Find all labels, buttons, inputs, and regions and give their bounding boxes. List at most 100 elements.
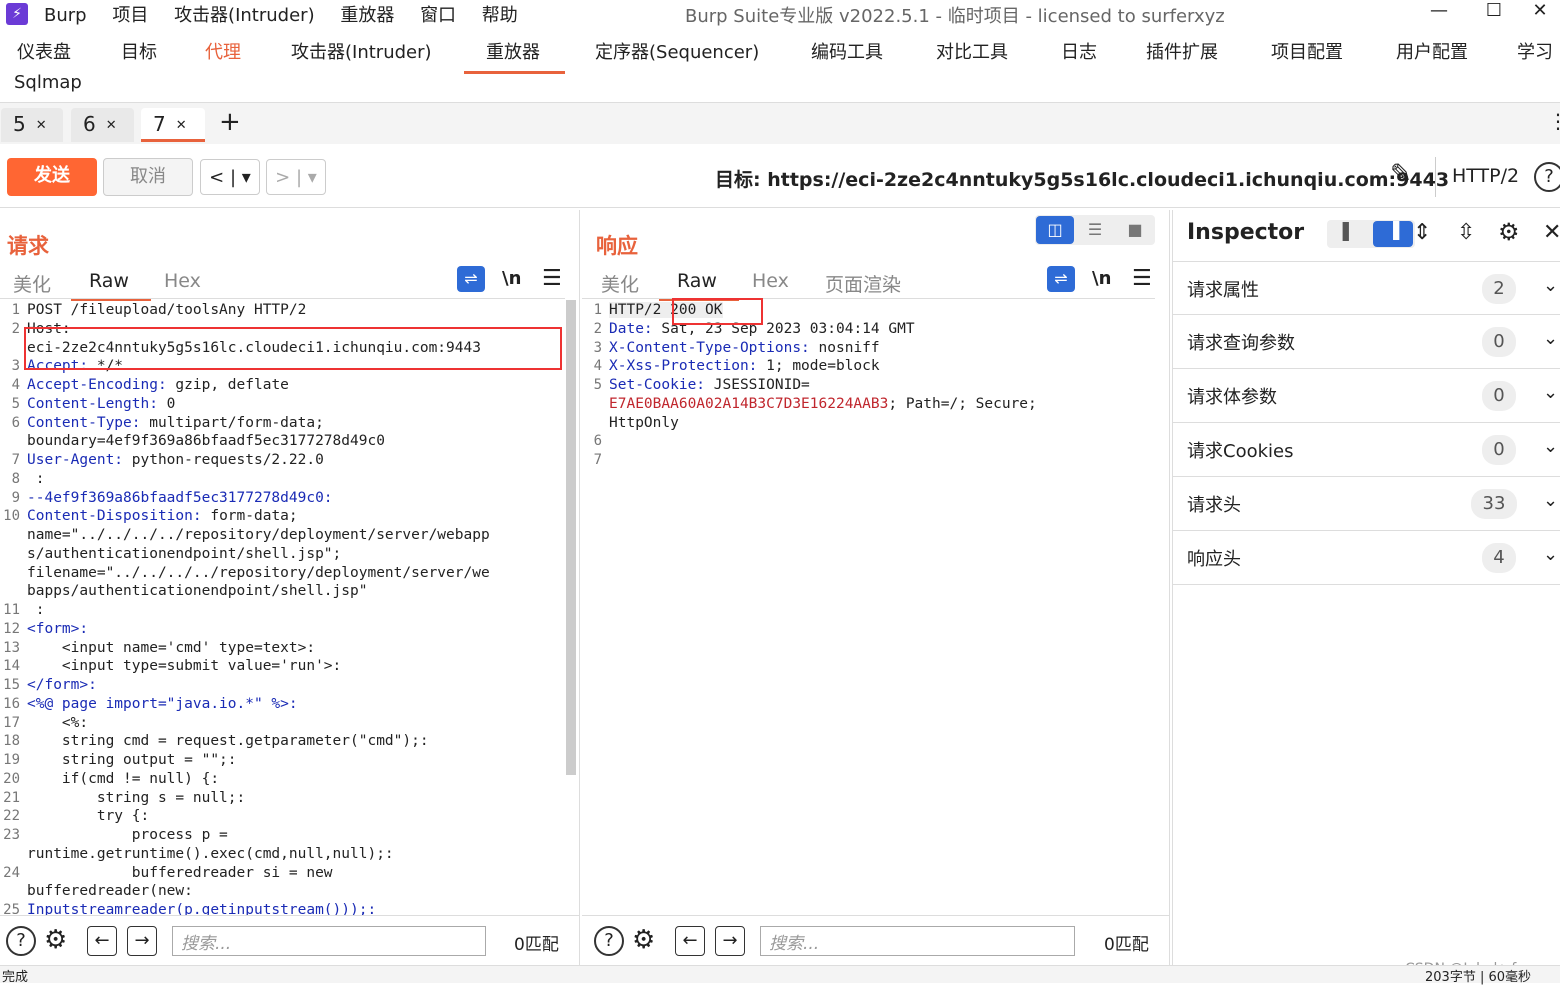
- help-icon[interactable]: ?: [6, 926, 36, 956]
- menu-icon[interactable]: ☰: [1132, 266, 1152, 291]
- minimize-icon[interactable]: —: [1419, 0, 1459, 21]
- top-bottom-layout-icon[interactable]: ☰: [1076, 216, 1114, 244]
- code-line: boundary=4ef9f369a86bfaadf5ec3177278d49c…: [27, 433, 385, 450]
- code-line: string cmd = request.getparameter("cmd")…: [27, 733, 429, 750]
- previous-match-icon[interactable]: ←: [87, 926, 117, 956]
- gear-icon[interactable]: ⚙: [1498, 218, 1520, 246]
- inspector-row-body-params[interactable]: 请求体参数 0 ⌄: [1173, 369, 1560, 423]
- close-icon[interactable]: ✕: [1520, 0, 1560, 21]
- add-tab-icon[interactable]: +: [219, 107, 241, 137]
- tab-sqlmap[interactable]: Sqlmap: [14, 72, 82, 93]
- inspector-row-request-headers[interactable]: 请求头 33 ⌄: [1173, 477, 1560, 531]
- more-options-icon[interactable]: ⋮: [1548, 109, 1560, 133]
- chevron-down-icon[interactable]: ⌄: [1543, 544, 1558, 565]
- close-tab-icon[interactable]: ✕: [176, 118, 187, 133]
- tab-decoder[interactable]: 编码工具: [811, 38, 883, 64]
- tab-sequencer[interactable]: 定序器(Sequencer): [595, 38, 759, 64]
- menu-help[interactable]: 帮助: [482, 5, 518, 26]
- response-tab-hex[interactable]: Hex: [752, 270, 789, 292]
- layout-right-icon[interactable]: ▐: [1373, 221, 1413, 247]
- menu-repeater[interactable]: 重放器: [340, 5, 394, 26]
- previous-match-icon[interactable]: ←: [675, 926, 705, 956]
- wrap-lines-icon[interactable]: ⇌: [457, 266, 485, 292]
- line-number: 7: [593, 452, 602, 468]
- code-line: s/authenticationendpoint/shell.jsp";: [27, 545, 342, 562]
- tab-intruder[interactable]: 攻击器(Intruder): [291, 38, 432, 64]
- repeater-tab-5[interactable]: 5 ✕: [1, 108, 63, 142]
- send-button[interactable]: 发送: [7, 158, 97, 196]
- scrollbar[interactable]: [566, 300, 576, 775]
- help-icon[interactable]: ?: [594, 926, 624, 956]
- maximize-icon[interactable]: ☐: [1474, 0, 1514, 21]
- expand-all-icon[interactable]: ⇕: [1413, 220, 1431, 245]
- back-button[interactable]: < | ▾: [200, 159, 260, 195]
- inspector-row-cookies[interactable]: 请求Cookies 0 ⌄: [1173, 423, 1560, 477]
- request-tab-hex[interactable]: Hex: [164, 270, 201, 292]
- request-tab-raw[interactable]: Raw: [71, 270, 151, 301]
- repeater-tab-6[interactable]: 6 ✕: [71, 108, 134, 142]
- request-tab-pretty[interactable]: 美化: [13, 270, 51, 297]
- menu-intruder[interactable]: 攻击器(Intruder): [174, 5, 315, 26]
- line-number: 21: [3, 789, 20, 806]
- menu-window[interactable]: 窗口: [420, 5, 456, 26]
- gear-icon[interactable]: ⚙: [632, 925, 655, 955]
- response-search-input[interactable]: 搜索...: [760, 926, 1075, 956]
- code-line: Accept-Encoding: gzip, deflate: [27, 377, 289, 393]
- menu-project[interactable]: 项目: [112, 5, 148, 26]
- chevron-down-icon[interactable]: ⌄: [1543, 436, 1558, 457]
- tab-dashboard[interactable]: 仪表盘: [17, 38, 71, 64]
- gear-icon[interactable]: ⚙: [44, 925, 67, 955]
- response-tab-render[interactable]: 页面渲染: [825, 270, 901, 297]
- tab-user-options[interactable]: 用户配置: [1396, 38, 1468, 64]
- tab-target[interactable]: 目标: [121, 38, 157, 64]
- side-by-side-layout-icon[interactable]: ◫: [1036, 216, 1074, 244]
- cancel-button[interactable]: 取消: [103, 158, 193, 196]
- tab-comparer[interactable]: 对比工具: [936, 38, 1008, 64]
- target-url: 目标: https://eci-2ze2c4nntuky5g5s16lc.clo…: [715, 169, 1450, 191]
- inspector-row-response-headers[interactable]: 响应头 4 ⌄: [1173, 531, 1560, 585]
- window-title: Burp Suite专业版 v2022.5.1 - 临时项目 - license…: [685, 6, 1225, 27]
- code-line: User-Agent: python-requests/2.22.0: [27, 452, 324, 468]
- wrap-lines-icon[interactable]: ⇌: [1047, 266, 1075, 292]
- tab-project-options[interactable]: 项目配置: [1271, 38, 1343, 64]
- close-tab-icon[interactable]: ✕: [106, 118, 117, 133]
- collapse-all-icon[interactable]: ⇳: [1457, 220, 1475, 245]
- layout-left-icon[interactable]: ▌: [1329, 222, 1369, 246]
- response-tab-raw[interactable]: Raw: [659, 270, 739, 301]
- protocol-label[interactable]: HTTP/2: [1452, 165, 1519, 187]
- repeater-tab-7[interactable]: 7 ✕: [141, 108, 205, 142]
- request-editor[interactable]: 1 POST /fileupload/toolsAny HTTP/2 2 Host: e…: [0, 298, 565, 915]
- show-newlines-button[interactable]: \n: [1092, 268, 1111, 289]
- close-icon[interactable]: ✕: [1543, 220, 1560, 245]
- menu-icon[interactable]: ☰: [542, 266, 562, 291]
- code-line: X-Content-Type-Options: nosniff: [609, 339, 880, 356]
- show-newlines-button[interactable]: \n: [502, 268, 521, 289]
- response-tab-pretty[interactable]: 美化: [601, 270, 639, 297]
- tab-logger[interactable]: 日志: [1061, 38, 1097, 64]
- help-icon[interactable]: ?: [1534, 162, 1560, 192]
- code-line: string s = null;:: [27, 789, 246, 806]
- tab-learn[interactable]: 学习: [1517, 38, 1553, 64]
- forward-button[interactable]: > | ▾: [266, 159, 326, 195]
- chevron-down-icon[interactable]: ⌄: [1543, 382, 1558, 403]
- menu-burp[interactable]: Burp: [44, 5, 87, 26]
- highlight-box-host: [24, 327, 562, 370]
- response-editor[interactable]: 1 HTTP/2 200 OK 2 Date: Sat, 23 Sep 2023 03…: [582, 298, 1155, 915]
- match-count: 0匹配: [1104, 935, 1149, 955]
- edit-target-icon[interactable]: ✎: [1390, 159, 1412, 189]
- request-search-input[interactable]: 搜索...: [172, 926, 486, 956]
- inspector-row-request-attributes[interactable]: 请求属性 2 ⌄: [1173, 261, 1560, 315]
- chevron-down-icon[interactable]: ⌄: [1543, 328, 1558, 349]
- tab-extensions[interactable]: 插件扩展: [1146, 38, 1218, 64]
- chevron-down-icon[interactable]: ⌄: [1543, 275, 1558, 296]
- tab-repeater[interactable]: 重放器: [464, 38, 565, 74]
- close-tab-icon[interactable]: ✕: [36, 118, 47, 133]
- tabs-layout-icon[interactable]: ■: [1116, 216, 1154, 244]
- inspector-row-query-params[interactable]: 请求查询参数 0 ⌄: [1173, 315, 1560, 369]
- next-match-icon[interactable]: →: [715, 926, 745, 956]
- next-match-icon[interactable]: →: [127, 926, 157, 956]
- chevron-down-icon[interactable]: ⌄: [1543, 490, 1558, 511]
- code-line: Content-Disposition: form-data;: [27, 508, 298, 525]
- repeater-toolbar: 发送 取消 < | ▾ > | ▾ 目标: https://eci-2ze2c4…: [0, 145, 1560, 208]
- tab-proxy[interactable]: 代理: [205, 38, 241, 64]
